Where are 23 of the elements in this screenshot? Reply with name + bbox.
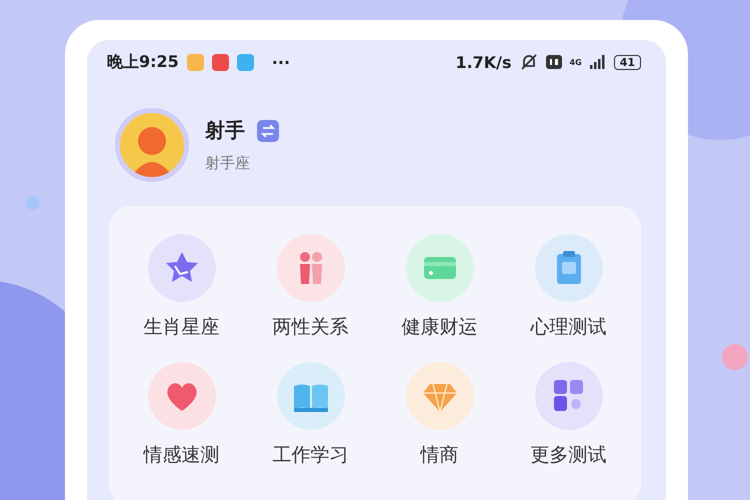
- menu-item[interactable]: 心理测试: [504, 234, 633, 340]
- menu-item[interactable]: 工作学习: [246, 362, 375, 468]
- mute-bell-icon: [520, 53, 538, 71]
- switch-icon[interactable]: [257, 120, 279, 142]
- decorative-dot: [26, 196, 40, 210]
- app-notification-icon: [212, 54, 229, 70]
- more-notifications: ···: [272, 52, 290, 72]
- menu-item[interactable]: 更多测试: [504, 362, 633, 468]
- battery-level: 41: [614, 54, 641, 70]
- menu-item[interactable]: 情感速测: [117, 362, 246, 468]
- app-notification-icon: [186, 54, 204, 70]
- menu-item[interactable]: 健康财运: [375, 234, 504, 340]
- status-time: 晚上9:25: [107, 52, 179, 72]
- profile-name: 射手: [205, 117, 245, 144]
- app-notification-icon: [236, 54, 254, 70]
- network-speed: 1.7K/s: [455, 52, 512, 72]
- zodiac-sign: 射手座: [205, 154, 251, 173]
- signal-icon: [590, 55, 606, 69]
- menu-item[interactable]: 情商: [375, 362, 504, 468]
- menu-item[interactable]: 两性关系: [246, 234, 375, 340]
- decorative-dot: [722, 344, 748, 370]
- network-type: 4G: [570, 58, 582, 66]
- menu-item[interactable]: 生肖星座: [117, 234, 246, 340]
